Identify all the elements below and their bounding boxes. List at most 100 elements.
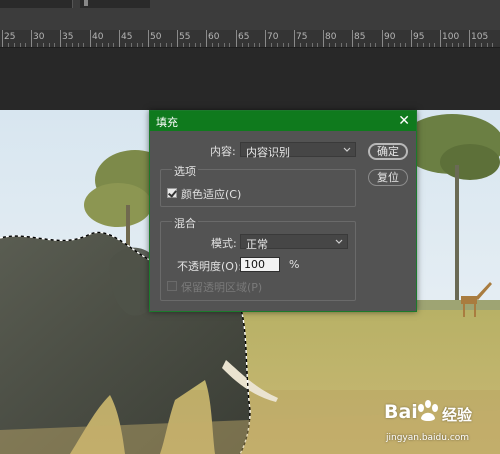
color-adapt-label: 颜色适应(C) [181, 188, 242, 201]
ruler-minor-tick [218, 43, 219, 47]
ruler-minor-tick [108, 43, 109, 47]
ruler-major-tick [119, 30, 120, 47]
ruler-minor-tick [200, 43, 201, 47]
content-select[interactable]: 内容识别 [240, 142, 356, 159]
ruler-minor-tick [102, 43, 103, 47]
watermark-brand-right: 经验 [442, 406, 473, 424]
ruler-minor-tick [189, 43, 190, 47]
ruler-minor-tick [446, 43, 447, 47]
ruler-minor-tick [312, 43, 313, 47]
ruler-minor-tick [49, 43, 50, 47]
ruler-minor-tick [300, 43, 301, 47]
reset-button[interactable]: 复位 [368, 169, 408, 186]
ruler-minor-tick [394, 43, 395, 47]
ruler-minor-tick [8, 43, 9, 47]
ruler-minor-tick [317, 43, 318, 47]
ruler-minor-tick [154, 43, 155, 47]
ruler-tick-label: 50 [150, 32, 162, 42]
ruler-minor-tick [96, 43, 97, 47]
mode-select[interactable]: 正常 [240, 234, 348, 251]
ruler-minor-tick [417, 43, 418, 47]
ruler-tick-label: 35 [62, 32, 74, 42]
ruler-minor-tick [434, 43, 435, 47]
preserve-transparency-label: 保留透明区域(P) [181, 281, 263, 294]
options-bar [0, 0, 500, 30]
ruler-major-tick [265, 30, 266, 47]
ruler-major-tick [236, 30, 237, 47]
ruler-minor-tick [78, 43, 79, 47]
ruler-minor-tick [405, 43, 406, 47]
paw-icon [418, 400, 438, 421]
ruler-minor-tick [37, 43, 38, 47]
dialog-title: 填充 [156, 116, 178, 129]
ruler-minor-tick [481, 43, 482, 47]
content-select-value: 内容识别 [246, 146, 290, 159]
ruler-minor-tick [242, 43, 243, 47]
ruler-minor-tick [400, 43, 401, 47]
ruler-major-tick [206, 30, 207, 47]
ruler-minor-tick [306, 43, 307, 47]
ruler-minor-tick [487, 43, 488, 47]
ruler-minor-tick [329, 43, 330, 47]
ruler-major-tick [177, 30, 178, 47]
ruler-tick-label: 60 [208, 32, 220, 42]
ruler-major-tick [90, 30, 91, 47]
ok-button[interactable]: 确定 [368, 143, 408, 160]
mode-label: 模式: [211, 237, 237, 250]
ruler-minor-tick [142, 43, 143, 47]
preserve-transparency-checkbox[interactable] [167, 281, 177, 291]
ruler-major-tick [2, 30, 3, 47]
ruler-minor-tick [458, 43, 459, 47]
ruler-minor-tick [131, 43, 132, 47]
opacity-input[interactable]: 100 [240, 257, 280, 272]
content-label: 内容: [210, 145, 236, 158]
ruler-minor-tick [113, 43, 114, 47]
ruler-minor-tick [341, 43, 342, 47]
mode-select-value: 正常 [246, 238, 268, 251]
ruler-tick-label: 30 [33, 32, 45, 42]
ruler-minor-tick [452, 43, 453, 47]
ruler-tick-label: 70 [267, 32, 279, 42]
ruler-major-tick [60, 30, 61, 47]
ruler-minor-tick [364, 43, 365, 47]
dialog-title-bar[interactable]: 填充 ✕ [150, 111, 416, 131]
ruler-minor-tick [43, 43, 44, 47]
ruler-major-tick [294, 30, 295, 47]
ruler-minor-tick [429, 43, 430, 47]
document-tab[interactable] [80, 0, 150, 8]
ruler-minor-tick [283, 43, 284, 47]
ruler-minor-tick [335, 43, 336, 47]
horizontal-ruler[interactable]: 25 30 35 40 45 50 55 60 65 70 75 80 85 90 95 100 105 [0, 30, 500, 48]
blend-group-title: 混合 [172, 215, 198, 231]
ruler-minor-tick [358, 43, 359, 47]
ruler-tick-label: 55 [179, 32, 191, 42]
ruler-minor-tick [160, 43, 161, 47]
ruler-minor-tick [370, 43, 371, 47]
close-icon[interactable]: ✕ [398, 112, 410, 130]
ruler-minor-tick [66, 43, 67, 47]
watermark-brand-left: Bai [384, 401, 418, 423]
ruler-major-tick [382, 30, 383, 47]
ruler-minor-tick [492, 43, 493, 47]
opacity-label: 不透明度(O): [177, 260, 242, 273]
chevron-down-icon [343, 147, 351, 152]
document-icon [84, 0, 88, 6]
ruler-minor-tick [166, 43, 167, 47]
ruler-minor-tick [25, 43, 26, 47]
ruler-tick-label: 100 [442, 32, 460, 42]
ruler-tick-label: 25 [4, 32, 16, 42]
ruler-minor-tick [288, 43, 289, 47]
ruler-minor-tick [375, 43, 376, 47]
panel-tab[interactable] [0, 0, 73, 8]
ruler-major-tick [31, 30, 32, 47]
ruler-major-tick [469, 30, 470, 47]
ruler-minor-tick [171, 43, 172, 47]
ruler-minor-tick [475, 43, 476, 47]
ruler-minor-tick [346, 43, 347, 47]
ruler-minor-tick [83, 43, 84, 47]
ruler-minor-tick [137, 43, 138, 47]
ruler-tick-label: 40 [92, 32, 104, 42]
ruler-minor-tick [248, 43, 249, 47]
ruler-minor-tick [212, 43, 213, 47]
color-adapt-checkbox[interactable] [167, 188, 177, 198]
